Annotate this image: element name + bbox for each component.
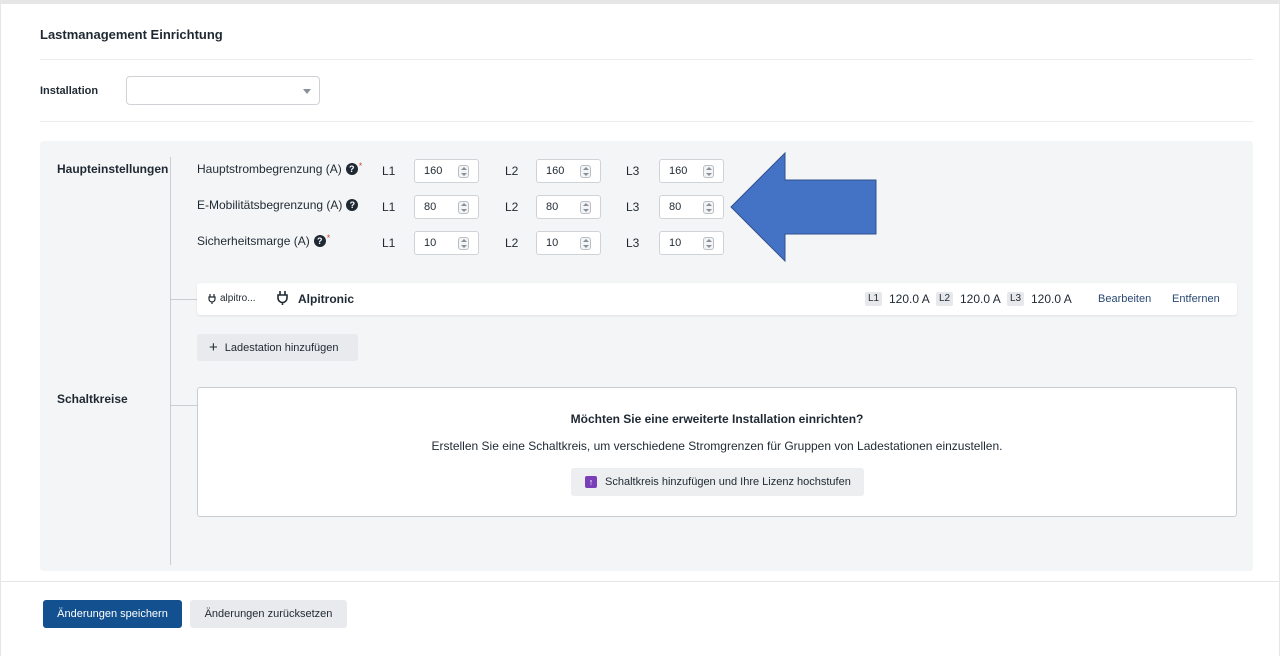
footer-divider (0, 581, 1280, 582)
section-circuits: Schaltkreise (57, 392, 128, 406)
tree-branch-station (170, 299, 197, 300)
safety-margin-l3-input[interactable]: 10 (659, 231, 724, 255)
phase-label-l1: L1 (382, 236, 396, 250)
phase-label-l1: L1 (382, 164, 396, 178)
phase-label-l3: L3 (626, 164, 640, 178)
phase-label-l3: L3 (626, 236, 640, 250)
circuit-promo-box: Möchten Sie eine erweiterte Installation… (197, 387, 1237, 517)
main-current-limit-label: Hauptstrombegrenzung (A) ? * (197, 161, 363, 176)
phase-label-l3: L3 (626, 200, 640, 214)
stepper-icon[interactable] (703, 165, 714, 178)
remove-station-link[interactable]: Entfernen (1172, 293, 1220, 305)
safety-margin-l1-input[interactable]: 10 (414, 231, 479, 255)
phase-label-l2: L2 (505, 200, 519, 214)
required-marker: * (358, 161, 363, 171)
stepper-icon[interactable] (703, 201, 714, 214)
stepper-icon[interactable] (458, 165, 469, 178)
circuit-promo-question: Möchten Sie eine erweiterte Installation… (570, 412, 864, 426)
plus-icon: + (209, 339, 218, 356)
edit-station-link[interactable]: Bearbeiten (1098, 293, 1151, 305)
stepper-icon[interactable] (703, 237, 714, 250)
station-phase-l2-label: L2 (936, 292, 954, 306)
add-charging-station-button[interactable]: + Ladestation hinzufügen (197, 334, 358, 361)
station-tag: alpitro... (208, 293, 256, 304)
phase-label-l2: L2 (505, 164, 519, 178)
tree-branch-circuit (170, 405, 197, 406)
tree-line (170, 157, 171, 565)
question-circle-icon[interactable]: ? (313, 235, 326, 247)
circuit-promo-description: Erstellen Sie eine Schaltkreis, um versc… (431, 439, 1003, 453)
add-circuit-upgrade-button[interactable]: ↑ Schaltkreis hinzufügen und Ihre Lizenz… (571, 468, 864, 496)
plug-icon (208, 293, 216, 304)
installation-label: Installation (40, 85, 99, 97)
emobility-limit-label: E-Mobilitätsbegrenzung (A) ? (197, 198, 359, 212)
emobility-limit-l3-input[interactable]: 80 (659, 195, 724, 219)
arrow-up-square-icon: ↑ (585, 476, 597, 488)
phase-label-l2: L2 (505, 236, 519, 250)
charging-station-row: alpitro... Alpitronic L1 120.0 A L2 120.… (197, 283, 1237, 315)
emobility-limit-l1-input[interactable]: 80 (414, 195, 479, 219)
stepper-icon[interactable] (458, 201, 469, 214)
required-marker: * (326, 233, 331, 243)
station-phase-l2-value: 120.0 A (960, 292, 1001, 306)
emobility-limit-l2-input[interactable]: 80 (536, 195, 601, 219)
station-phase-l1-value: 120.0 A (889, 292, 930, 306)
installation-divider (40, 121, 1253, 122)
safety-margin-label: Sicherheitsmarge (A) ? * (197, 233, 331, 248)
plug-icon (277, 291, 288, 308)
stepper-icon[interactable] (580, 201, 591, 214)
safety-margin-l2-input[interactable]: 10 (536, 231, 601, 255)
stepper-icon[interactable] (458, 237, 469, 250)
main-limit-l1-input[interactable]: 160 (414, 159, 479, 183)
main-limit-l3-input[interactable]: 160 (659, 159, 724, 183)
station-phase-l3-value: 120.0 A (1031, 292, 1072, 306)
station-name: Alpitronic (298, 292, 354, 306)
save-changes-button[interactable]: Änderungen speichern (43, 600, 182, 628)
installation-select[interactable] (126, 76, 320, 105)
section-main-settings: Haupteinstellungen (57, 162, 169, 176)
station-phase-l1-label: L1 (865, 292, 883, 306)
stepper-icon[interactable] (580, 165, 591, 178)
question-circle-icon[interactable]: ? (346, 199, 359, 211)
stepper-icon[interactable] (580, 237, 591, 250)
main-limit-l2-input[interactable]: 160 (536, 159, 601, 183)
left-arrow-annotation (730, 152, 877, 262)
question-circle-icon[interactable]: ? (345, 163, 358, 175)
chevron-down-icon (303, 89, 311, 94)
reset-changes-button[interactable]: Änderungen zurücksetzen (190, 600, 347, 628)
station-phase-l3-label: L3 (1007, 292, 1025, 306)
title-divider (40, 59, 1253, 60)
page-title: Lastmanagement Einrichtung (40, 27, 223, 42)
phase-label-l1: L1 (382, 200, 396, 214)
